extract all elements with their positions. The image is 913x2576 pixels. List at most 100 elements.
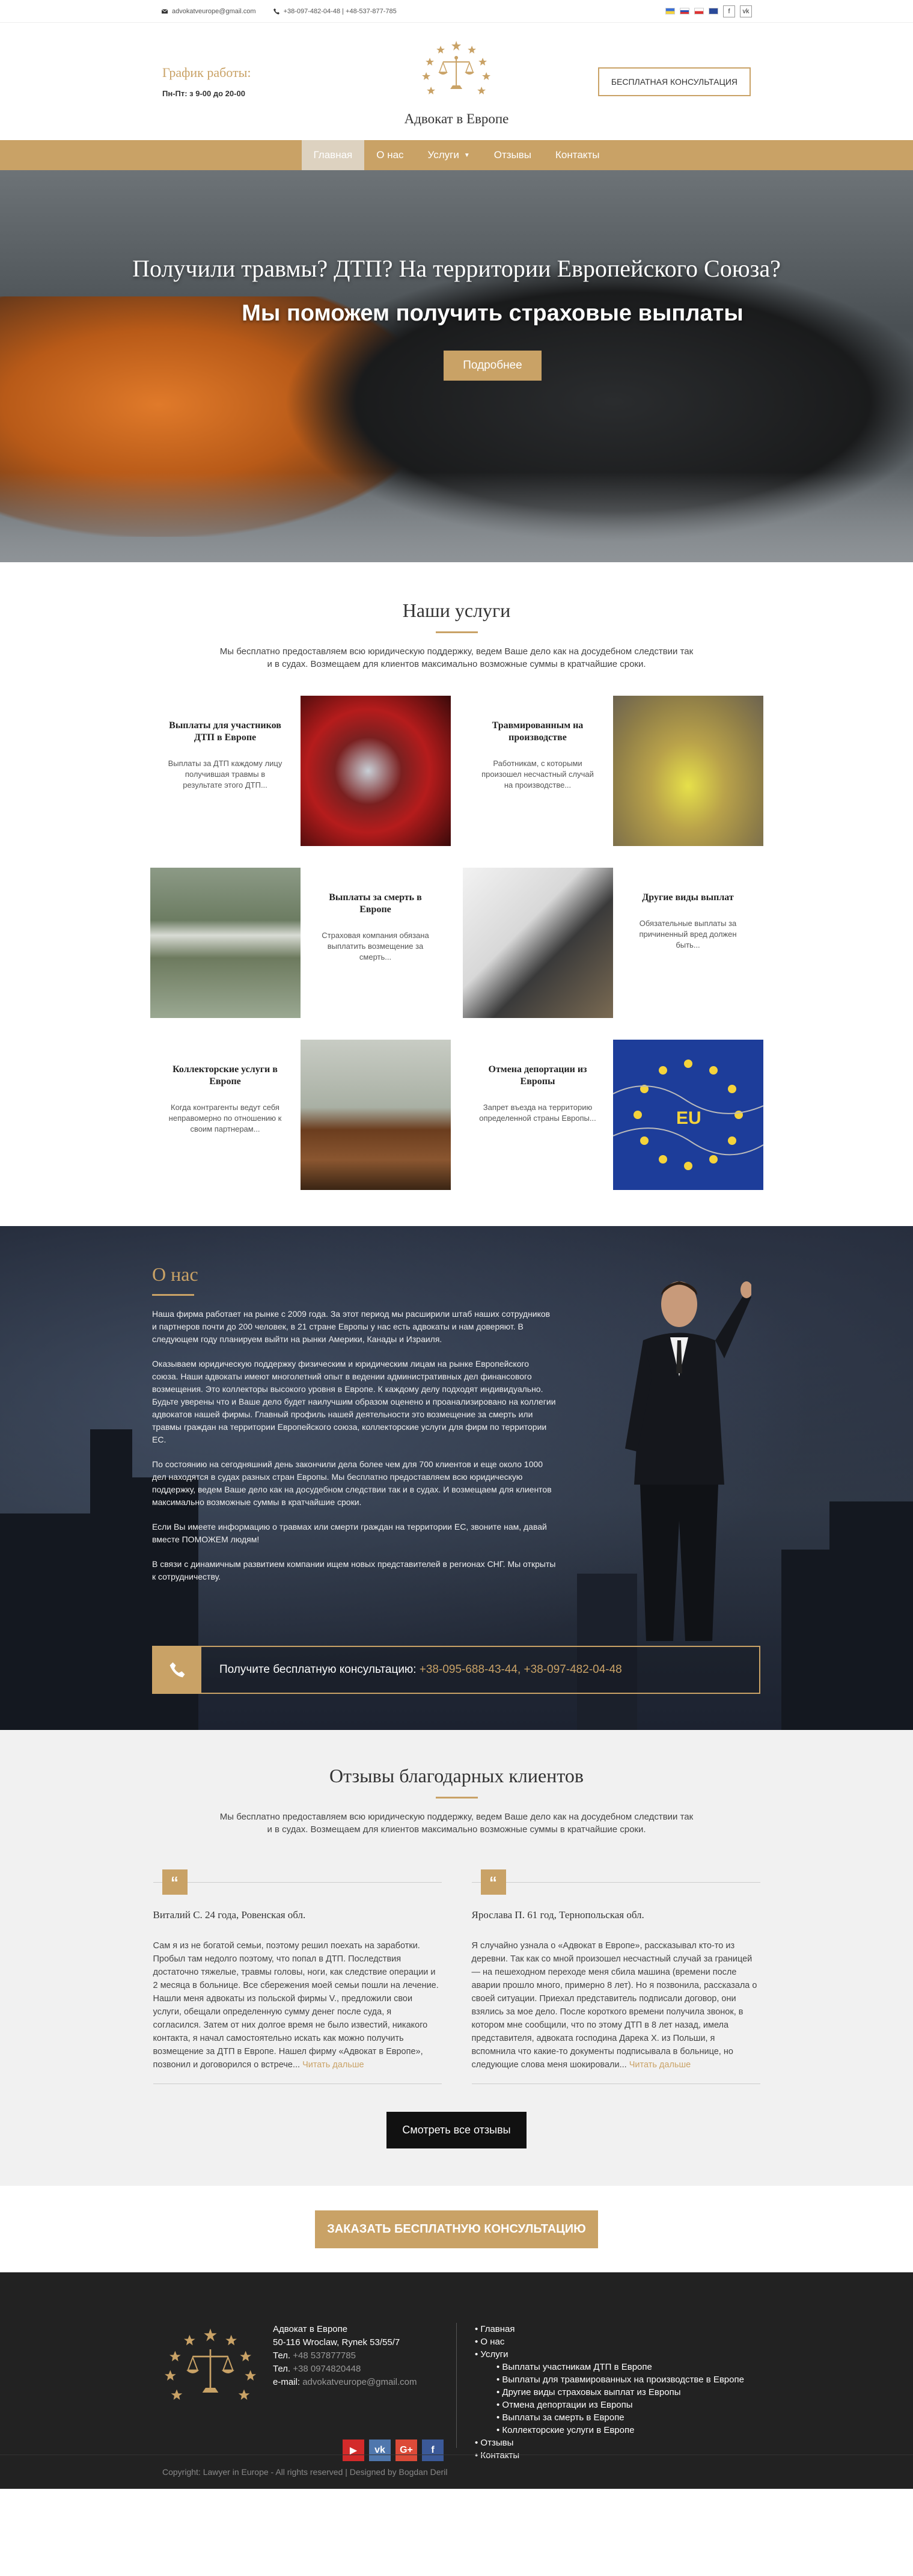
top-phones-text: +38-097-482-04-48 | +48-537-877-785 [283, 7, 397, 15]
menu-label: Выплаты за смерть в Европе [502, 2412, 624, 2423]
service-card-text: Другие виды выплат Обязательные выплаты … [613, 868, 763, 1018]
footer-menu-item[interactable]: • Отзывы [475, 2436, 763, 2449]
scales-of-justice-icon [422, 41, 491, 94]
consultation-phones[interactable]: +38-095-688-43-44, +38-097-482-04-48 [420, 1663, 622, 1676]
footer-company: Адвокат в Европе [273, 2324, 348, 2334]
footer-phone-1[interactable]: +48 537877785 [293, 2351, 356, 2361]
phone-icon-box [153, 1647, 201, 1693]
footer-logo-icon[interactable] [162, 2323, 258, 2419]
service-card-death-payments[interactable]: Выплаты за смерть в Европе Страховая ком… [150, 868, 451, 1018]
menu-label: Другие виды страховых выплат из Европы [502, 2387, 681, 2397]
read-more-link[interactable]: Читать дальше [302, 2060, 364, 2070]
about-paragraph: Наша фирма работает на рынке с 2009 года… [152, 1309, 551, 1344]
footer-menu-item[interactable]: • О нас [475, 2335, 763, 2348]
review-author: Ярослава П. 61 год, Тернопольская обл. [471, 1909, 644, 1921]
flag-ru-icon[interactable] [680, 8, 689, 14]
service-image-injured-worker[interactable] [612, 696, 763, 846]
service-image-cemetery[interactable] [150, 868, 301, 1018]
service-card-accidents[interactable]: Выплаты для участников ДТП в Европе Выпл… [150, 696, 451, 846]
service-card-other-payments[interactable]: Другие виды выплат Обязательные выплаты … [462, 868, 763, 1018]
review-text: Сам я из не богатой семьи, поэтому решил… [153, 1939, 442, 2072]
phone-icon [273, 8, 279, 14]
all-reviews-button[interactable]: Смотреть все отзывы [386, 2112, 527, 2148]
footer-divider [456, 2323, 457, 2448]
review-author: Виталий С. 24 года, Ровенская обл. [153, 1909, 306, 1921]
footer-phone-2[interactable]: +38 0974820448 [293, 2364, 361, 2374]
footer-menu-item[interactable]: • Контакты [475, 2449, 763, 2462]
read-more-link[interactable]: Читать дальше [629, 2060, 691, 2070]
footer-submenu-item[interactable]: • Выплаты участникам ДТП в Европе [475, 2361, 763, 2373]
service-image-gavel-money[interactable] [300, 1040, 451, 1190]
reviews-description: Мы бесплатно предоставляем всю юридическ… [219, 1812, 694, 1835]
footer-copyright: Copyright: Lawyer in Europe - All rights… [162, 2467, 448, 2477]
footer-menu-item[interactable]: • Главная [475, 2323, 763, 2335]
about-title-underline [152, 1294, 194, 1296]
working-hours: График работы: Пн-Пт: з 9-00 до 20-00 [162, 65, 251, 98]
facebook-icon[interactable]: f [723, 5, 735, 17]
consultation-banner-text: Получите бесплатную консультацию: +38-09… [219, 1663, 622, 1676]
nav-item-contacts[interactable]: Контакты [543, 140, 611, 170]
reviews-grid: “ Виталий С. 24 года, Ровенская обл. Сам… [150, 1869, 763, 2084]
footer-address: 50-116 Wroclaw, Rynek 53/55/7 [273, 2337, 400, 2348]
hero-banner: Получили травмы? ДТП? На территории Евро… [0, 170, 913, 562]
footer-submenu-item[interactable]: • Другие виды страховых выплат из Европы [475, 2386, 763, 2399]
nav-item-about[interactable]: О нас [364, 140, 415, 170]
review-card: “ Ярослава П. 61 год, Тернопольская обл.… [469, 1869, 763, 2084]
top-phones[interactable]: +38-097-482-04-48 | +48-537-877-785 [273, 8, 397, 15]
nav-item-home[interactable]: Главная [301, 140, 365, 170]
service-card-title[interactable]: Выплаты для участников ДТП в Европе [165, 720, 286, 744]
nav-item-services[interactable]: Услуги ▼ [416, 140, 482, 170]
footer-phone-row: Тел. +38 0974820448 [273, 2363, 417, 2376]
building-1 [0, 1513, 90, 1730]
order-section: ЗАКАЗАТЬ БЕСПЛАТНУЮ КОНСУЛЬТАЦИЮ [0, 2186, 913, 2272]
tel-label: Тел. [273, 2364, 291, 2374]
service-card-deportation[interactable]: Отмена депортации из Европы Запрет въезд… [462, 1040, 763, 1190]
footer-submenu-item[interactable]: • Коллекторские услуги в Европе [475, 2424, 763, 2436]
hours-title: График работы: [162, 65, 251, 80]
order-consultation-button[interactable]: ЗАКАЗАТЬ БЕСПЛАТНУЮ КОНСУЛЬТАЦИЮ [315, 2210, 598, 2248]
review-body: Сам я из не богатой семьи, поэтому решил… [153, 1941, 439, 2070]
facebook-icon[interactable]: f [422, 2440, 444, 2461]
service-image-eu-flag[interactable]: EU [612, 1040, 763, 1190]
about-paragraph: По состоянию на сегодняшний день закончи… [152, 1459, 552, 1507]
logo[interactable]: Адвокат в Европе [405, 40, 508, 127]
top-email[interactable]: advokatveurope@gmail.com [161, 8, 256, 15]
footer-email[interactable]: advokatveurope@gmail.com [302, 2377, 417, 2387]
services-description: Мы бесплатно предоставляем всю юридическ… [219, 646, 694, 669]
flag-ua-icon[interactable] [665, 8, 675, 14]
service-image-car-crash[interactable] [300, 696, 451, 846]
footer-contacts: Адвокат в Европе 50-116 Wroclaw, Rynek 5… [162, 2323, 417, 2419]
service-card-collection[interactable]: Коллекторские услуги в Европе Когда конт… [150, 1040, 451, 1190]
flag-pl-icon[interactable] [694, 8, 704, 14]
google-plus-icon[interactable]: G+ [395, 2440, 417, 2461]
service-image-signing-document[interactable] [462, 868, 613, 1018]
service-card-workplace-injury[interactable]: Травмированным на производстве Работника… [462, 696, 763, 846]
free-consultation-button[interactable]: БЕСПЛАТНАЯ КОНСУЛЬТАЦИЯ [597, 67, 751, 96]
service-card-title[interactable]: Травмированным на производстве [478, 720, 598, 744]
service-card-title[interactable]: Выплаты за смерть в Европе [316, 892, 436, 916]
menu-label: Коллекторские услуги в Европе [502, 2425, 635, 2435]
about-section: О нас Наша фирма работает на рынке с 200… [0, 1226, 913, 1730]
divider [471, 1881, 481, 1883]
review-quote-line: “ [471, 1869, 760, 1895]
footer-phone-row: Тел. +48 537877785 [273, 2349, 417, 2363]
email-label: e-mail: [273, 2377, 301, 2387]
footer-submenu-item[interactable]: • Выплаты за смерть в Европе [475, 2411, 763, 2424]
consultation-banner[interactable]: Получите бесплатную консультацию: +38-09… [152, 1646, 760, 1694]
vk-icon[interactable]: vk [740, 5, 752, 17]
youtube-icon[interactable]: ▶ [343, 2440, 364, 2461]
service-card-desc: Обязательные выплаты за причиненный вред… [639, 919, 737, 949]
language-switcher: f vk [665, 5, 752, 17]
flag-uk-icon[interactable] [709, 8, 718, 14]
hero-more-button[interactable]: Подробнее [444, 351, 542, 381]
review-body: Я случайно узнала о «Адвокат в Европе», … [471, 1941, 757, 2070]
footer-menu-item[interactable]: • Услуги [475, 2348, 763, 2361]
footer-submenu-item[interactable]: • Отмена депортации из Европы [475, 2399, 763, 2411]
nav-item-reviews[interactable]: Отзывы [482, 140, 543, 170]
service-card-title[interactable]: Коллекторские услуги в Европе [165, 1064, 286, 1088]
service-card-title[interactable]: Другие виды выплат [628, 892, 748, 904]
vk-icon[interactable]: vk [369, 2440, 391, 2461]
building-2 [90, 1429, 132, 1730]
footer-submenu-item[interactable]: • Выплаты для травмированных на производ… [475, 2373, 763, 2386]
service-card-title[interactable]: Отмена депортации из Европы [478, 1064, 598, 1088]
